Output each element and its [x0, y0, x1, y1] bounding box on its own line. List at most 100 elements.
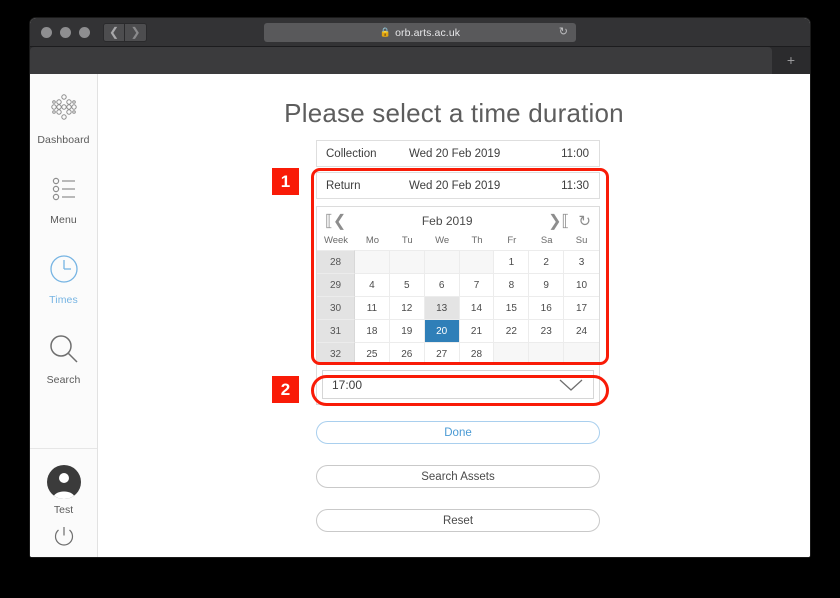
calendar-dow: Fr	[507, 235, 517, 246]
sidebar-label-dashboard: Dashboard	[37, 134, 90, 146]
maximize-window-button[interactable]	[79, 26, 90, 38]
calendar-day-cell[interactable]: 21	[459, 319, 495, 342]
calendar-day-cell[interactable]: 19	[389, 319, 425, 342]
annotation-marker-2: 2	[272, 376, 299, 403]
sidebar-user-section: Test	[30, 448, 97, 549]
back-button[interactable]: ❮	[103, 22, 125, 42]
calendar-day-cell[interactable]: 13	[424, 296, 460, 319]
time-select[interactable]: 17:00	[322, 370, 594, 399]
forward-button[interactable]: ❯	[125, 22, 147, 42]
url-text: orb.arts.ac.uk	[395, 26, 461, 39]
calendar-panel: ⟦❮ Feb 2019 ❯⟦ ↻ Week Mo Tu We Th Fr Sa …	[316, 206, 600, 405]
done-button[interactable]: Done	[316, 421, 600, 444]
sidebar-label-times: Times	[49, 294, 78, 306]
window-controls	[41, 26, 90, 38]
calendar-day-cell[interactable]: 22	[494, 319, 530, 342]
reload-icon[interactable]: ↻	[559, 26, 568, 39]
calendar-day-headers: Week Mo Tu We Th Fr Sa Su	[317, 235, 599, 250]
calendar-day-cell[interactable]: 18	[355, 319, 390, 342]
calendar-day-cell[interactable]: 15	[494, 296, 530, 319]
sidebar-item-dashboard[interactable]: Dashboard	[30, 90, 97, 146]
sidebar-label-menu: Menu	[50, 214, 77, 226]
calendar-day-cell[interactable]: 25	[355, 342, 390, 365]
sidebar-label-search: Search	[46, 374, 81, 386]
calendar-day-cell[interactable]: 12	[389, 296, 425, 319]
calendar-day-cell[interactable]: 17	[564, 296, 599, 319]
calendar-day-cell[interactable]: 28	[459, 342, 495, 365]
calendar-day-cell[interactable]: 3	[564, 250, 599, 273]
calendar-day-cell[interactable]: 27	[424, 342, 460, 365]
calendar-day-cell[interactable]: 5	[389, 273, 425, 296]
collection-label: Collection	[326, 147, 377, 160]
tab-active[interactable]	[30, 47, 772, 74]
person-avatar-icon	[52, 473, 75, 499]
sidebar: Dashboard Menu Times Search Test	[30, 74, 98, 557]
refresh-icon[interactable]: ↻	[578, 212, 591, 230]
navigation-buttons: ❮ ❯	[103, 22, 147, 42]
calendar-dow: Sa	[540, 235, 553, 246]
return-date: Wed 20 Feb 2019	[409, 179, 501, 192]
calendar-week-number: 28	[317, 250, 355, 273]
calendar-day-cell[interactable]: 8	[494, 273, 530, 296]
calendar-dow: We	[435, 235, 450, 246]
calendar-day-cell[interactable]: 1	[494, 250, 530, 273]
calendar-day-cell[interactable]: 4	[355, 273, 390, 296]
list-icon	[52, 177, 75, 201]
return-time: 11:30	[561, 179, 589, 192]
calendar-week-number: 32	[317, 342, 355, 365]
calendar-day-cell[interactable]: 2	[529, 250, 565, 273]
calendar-week-number: 30	[317, 296, 355, 319]
calendar-day-empty	[389, 250, 425, 273]
collection-row: Collection Wed 20 Feb 2019 11:00	[316, 140, 600, 167]
calendar-day-empty	[564, 342, 599, 365]
reset-button[interactable]: Reset	[316, 509, 600, 532]
calendar-day-cell[interactable]: 24	[564, 319, 599, 342]
avatar[interactable]	[46, 465, 81, 499]
calendar-day-cell[interactable]: 11	[355, 296, 390, 319]
minimize-window-button[interactable]	[60, 26, 71, 38]
calendar-day-cell[interactable]: 20	[424, 319, 460, 342]
calendar-dow: Su	[575, 235, 588, 246]
power-icon[interactable]	[51, 523, 77, 549]
calendar-day-empty	[529, 342, 565, 365]
return-row: Return Wed 20 Feb 2019 11:30	[316, 172, 600, 199]
main-content: Please select a time duration Collection…	[98, 74, 810, 557]
page-body: Dashboard Menu Times Search Test Please …	[30, 74, 810, 557]
calendar-day-empty	[355, 250, 390, 273]
search-assets-button[interactable]: Search Assets	[316, 465, 600, 488]
chevron-down-icon	[559, 379, 583, 391]
calendar-day-cell[interactable]: 14	[459, 296, 495, 319]
prev-month-icon[interactable]: ⟦❮	[325, 211, 346, 231]
calendar-week-number: 31	[317, 319, 355, 342]
collection-date: Wed 20 Feb 2019	[409, 147, 501, 160]
sidebar-item-menu[interactable]: Menu	[30, 170, 97, 226]
calendar-day-cell[interactable]: 16	[529, 296, 565, 319]
calendar-month-label: Feb 2019	[421, 214, 473, 228]
lock-icon: 🔒	[379, 27, 392, 37]
calendar-grid: 28 1 2 3 29 4 5 6 7 8 9 10 30 11 12 13 14 15 16 17 31 18 19 20 2…	[317, 250, 599, 365]
calendar-dow: Week	[323, 235, 349, 246]
close-window-button[interactable]	[41, 26, 52, 38]
calendar-widget: ⟦❮ Feb 2019 ❯⟦ ↻ Week Mo Tu We Th Fr Sa …	[316, 206, 600, 405]
calendar-dow: Mo	[365, 235, 380, 246]
calendar-day-cell[interactable]: 26	[389, 342, 425, 365]
address-bar[interactable]: 🔒 orb.arts.ac.uk ↻	[264, 23, 576, 42]
calendar-day-cell[interactable]: 10	[564, 273, 599, 296]
clock-icon	[49, 255, 78, 283]
calendar-day-cell[interactable]: 9	[529, 273, 565, 296]
return-label: Return	[326, 179, 361, 192]
tab-strip: +	[30, 47, 810, 74]
calendar-day-cell[interactable]: 7	[459, 273, 495, 296]
next-month-icon[interactable]: ❯⟦	[548, 211, 569, 231]
new-tab-button[interactable]: +	[772, 47, 810, 74]
booking-summary: Collection Wed 20 Feb 2019 11:00 Return …	[316, 140, 600, 199]
search-icon	[49, 335, 78, 363]
user-name-label: Test	[53, 504, 74, 516]
calendar-day-cell[interactable]: 23	[529, 319, 565, 342]
action-buttons: Done Search Assets Reset	[316, 421, 600, 532]
calendar-day-cell[interactable]: 6	[424, 273, 460, 296]
sidebar-item-search[interactable]: Search	[30, 330, 97, 386]
dashboard-grid-icon	[50, 94, 77, 120]
sidebar-item-times[interactable]: Times	[30, 250, 97, 306]
calendar-week-number: 29	[317, 273, 355, 296]
